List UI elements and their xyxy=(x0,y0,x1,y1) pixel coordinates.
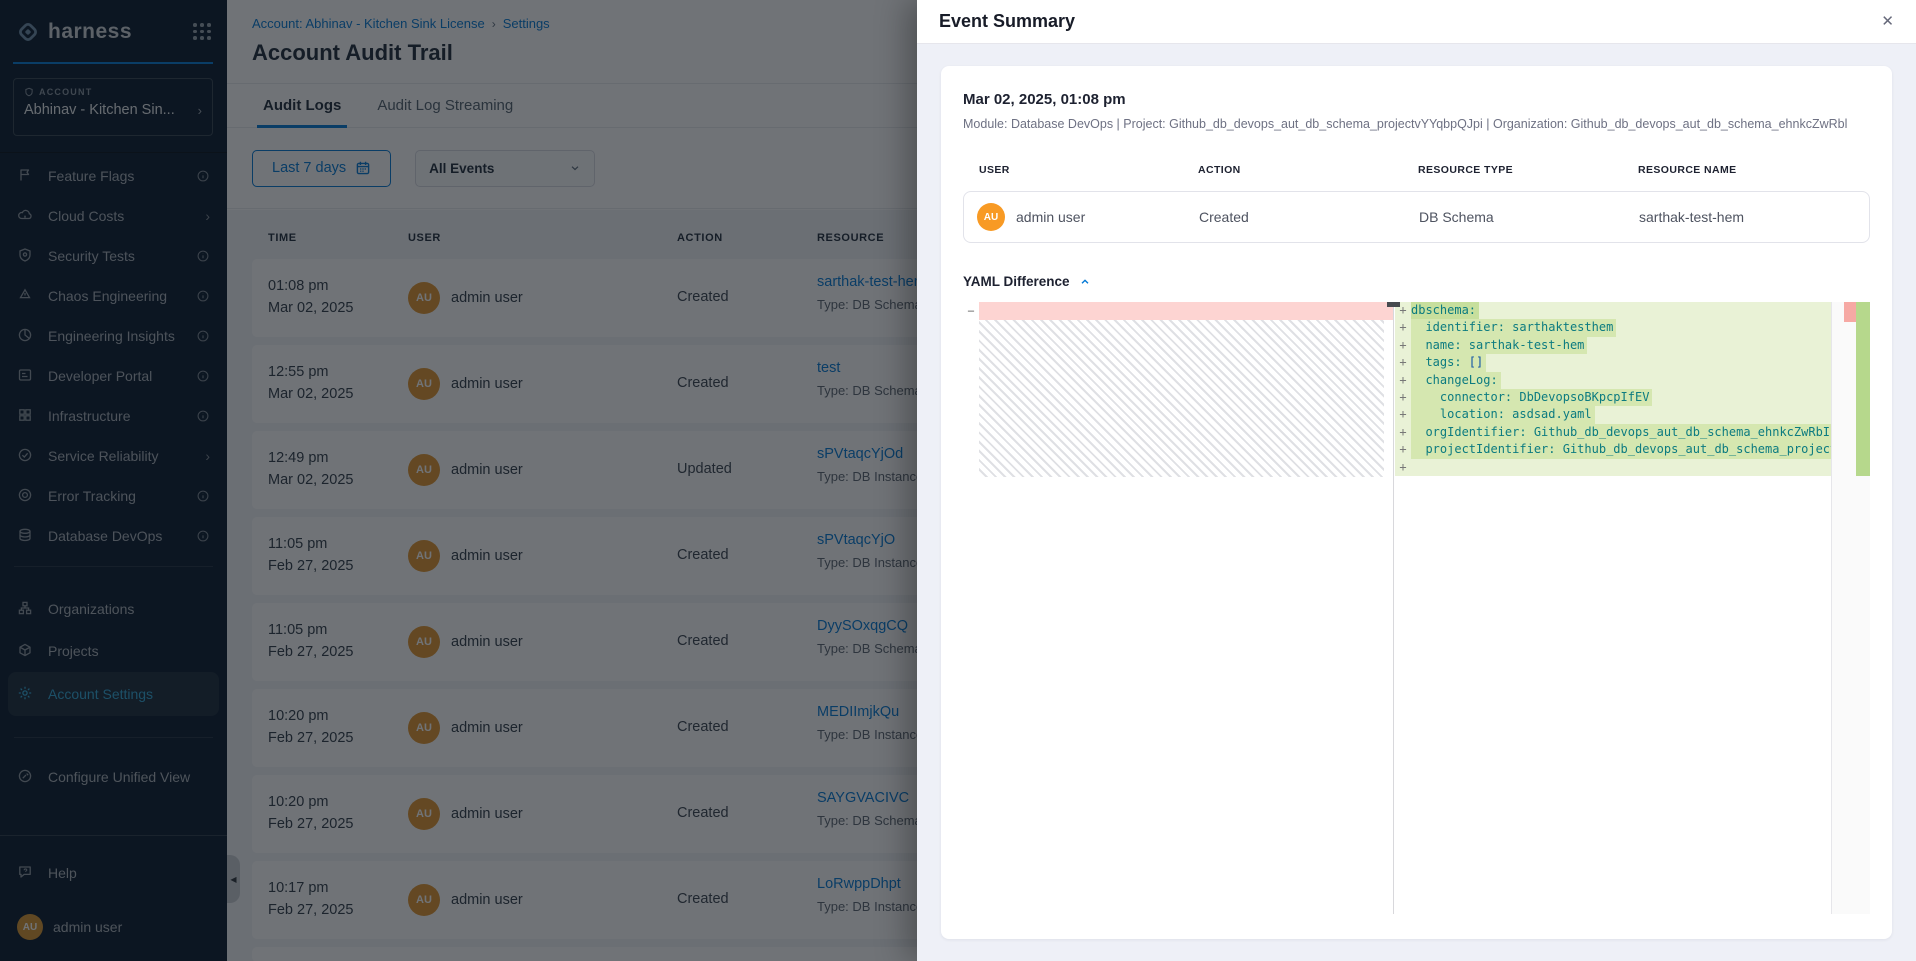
avatar: AU xyxy=(977,203,1005,231)
event-resource-name: sarthak-test-hem xyxy=(1639,209,1744,225)
diff-added-line: + changeLog: xyxy=(1395,372,1831,389)
yaml-difference-toggle[interactable]: YAML Difference xyxy=(963,274,1870,289)
close-icon[interactable]: ✕ xyxy=(1881,14,1894,29)
diff-added-line: + name: sarthak-test-hem xyxy=(1395,337,1831,354)
event-meta: Module: Database DevOps | Project: Githu… xyxy=(963,117,1870,131)
diff-added-line: + connector: DbDevopsoBKpcpIfEV xyxy=(1395,389,1831,406)
column-header-resource-type: RESOURCE TYPE xyxy=(1418,164,1513,176)
diff-added-line: + orgIdentifier: Github_db_devops_aut_db… xyxy=(1395,424,1831,441)
diff-empty-hatch xyxy=(979,320,1384,477)
column-header-action: ACTION xyxy=(1198,164,1241,176)
drawer-header: Event Summary ✕ xyxy=(917,0,1916,44)
drawer-title: Event Summary xyxy=(939,11,1075,32)
event-action: Created xyxy=(1199,209,1249,225)
diff-added-line: + tags: [] xyxy=(1395,354,1831,371)
event-user: admin user xyxy=(1016,209,1085,225)
diff-added-line: + xyxy=(1395,459,1831,476)
diff-added-line: +dbschema: xyxy=(1395,302,1831,319)
event-row: AU admin user Created DB Schema sarthak-… xyxy=(963,191,1870,243)
event-card: Mar 02, 2025, 01:08 pm Module: Database … xyxy=(941,66,1892,939)
page: harness ACCOUNT Abhinav - Kitchen Sin...… xyxy=(0,0,1916,961)
event-summary-drawer: Event Summary ✕ Mar 02, 2025, 01:08 pm M… xyxy=(917,0,1916,961)
diff-right-pane: +dbschema: + identifier: sarthaktesthem … xyxy=(1395,302,1831,914)
column-header-user: USER xyxy=(979,164,1010,176)
diff-removed-gutter: − xyxy=(963,302,979,320)
diff-left-pane: − xyxy=(963,302,1394,914)
diff-overview-added-marker xyxy=(1856,302,1870,476)
event-table-header: USER ACTION RESOURCE TYPE RESOURCE NAME xyxy=(963,164,1870,178)
diff-added-line: + location: asdsad.yaml xyxy=(1395,406,1831,423)
diff-added-line: + projectIdentifier: Github_db_devops_au… xyxy=(1395,441,1831,458)
event-resource-type: DB Schema xyxy=(1419,209,1494,225)
diff-removed-line xyxy=(979,302,1393,320)
drawer-body: Mar 02, 2025, 01:08 pm Module: Database … xyxy=(917,44,1916,961)
yaml-diff-editor: − +dbschema: + identifier: sarthaktesthe… xyxy=(963,302,1870,914)
column-header-resource-name: RESOURCE NAME xyxy=(1638,164,1737,176)
chevron-up-icon xyxy=(1079,276,1091,288)
event-timestamp: Mar 02, 2025, 01:08 pm xyxy=(963,91,1870,108)
diff-splitter-handle[interactable] xyxy=(1387,302,1400,307)
diff-added-line: + identifier: sarthaktesthem xyxy=(1395,319,1831,336)
